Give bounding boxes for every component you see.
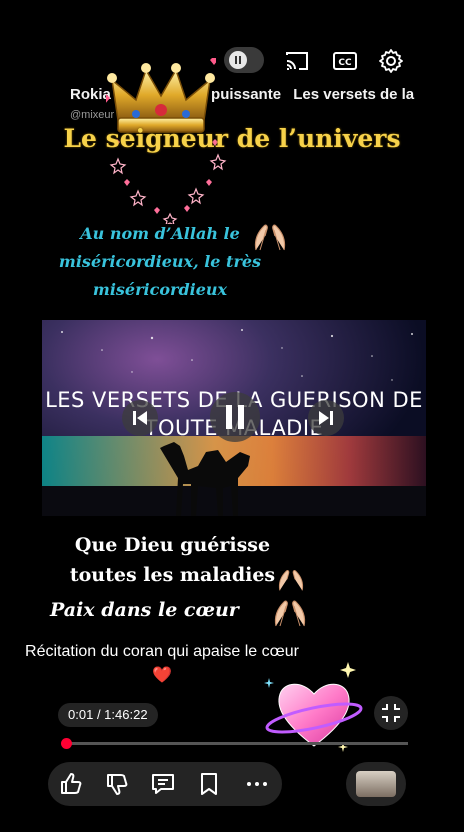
comment-icon[interactable] [150,771,176,797]
recitation-text: Récitation du coran qui apaise le cœur ❤… [22,640,302,688]
overlay-paix: Paix dans le cœur [50,599,239,621]
dislike-icon[interactable] [104,771,130,797]
video-frame[interactable]: LES VERSETS DE LA GUERISON DE TOUTE MALA… [42,320,426,516]
previous-button[interactable] [122,400,158,436]
exit-fullscreen-icon [382,704,400,722]
gear-icon[interactable] [378,48,404,74]
current-time: 0:01 [68,707,94,722]
camel-silhouette [160,442,250,516]
marquee-item: Rokia [70,86,111,103]
red-heart-emoji: ❤️ [152,667,172,684]
save-bookmark-icon[interactable] [196,771,222,797]
marquee-item: puissante [211,86,282,103]
skip-previous-icon [133,411,147,425]
duration: 1:46:22 [104,707,148,722]
praying-hands-icon [254,224,286,251]
time-display[interactable]: 0:01 / 1:46:22 [58,703,158,727]
pause-icon [229,51,247,69]
skip-next-icon [319,411,333,425]
product-thumbnail-button[interactable] [346,762,406,806]
overlay-line-1: Que Dieu guérisse [74,534,271,556]
like-icon[interactable] [58,771,84,797]
overlay-title: Le seigneur de l’univers [63,124,401,153]
next-button[interactable] [308,400,344,436]
pause-button[interactable] [210,392,260,442]
pause-icon [226,405,244,429]
exit-fullscreen-button[interactable] [374,696,408,730]
svg-text:CC: CC [338,58,352,68]
recitation-label: Récitation du coran qui apaise le cœur [25,643,299,660]
cc-icon[interactable]: CC [332,48,358,74]
action-bar [48,762,282,806]
product-thumbnail-image [356,771,396,797]
praying-hands-icon [274,600,306,627]
progress-bar[interactable] [61,738,408,749]
cast-icon[interactable] [284,48,310,74]
progress-scrubber[interactable] [61,738,72,749]
praying-hands-icon [278,570,304,591]
marquee-item: Les versets de la [293,86,415,103]
pause-toggle[interactable] [224,47,264,73]
more-icon[interactable] [244,771,270,797]
